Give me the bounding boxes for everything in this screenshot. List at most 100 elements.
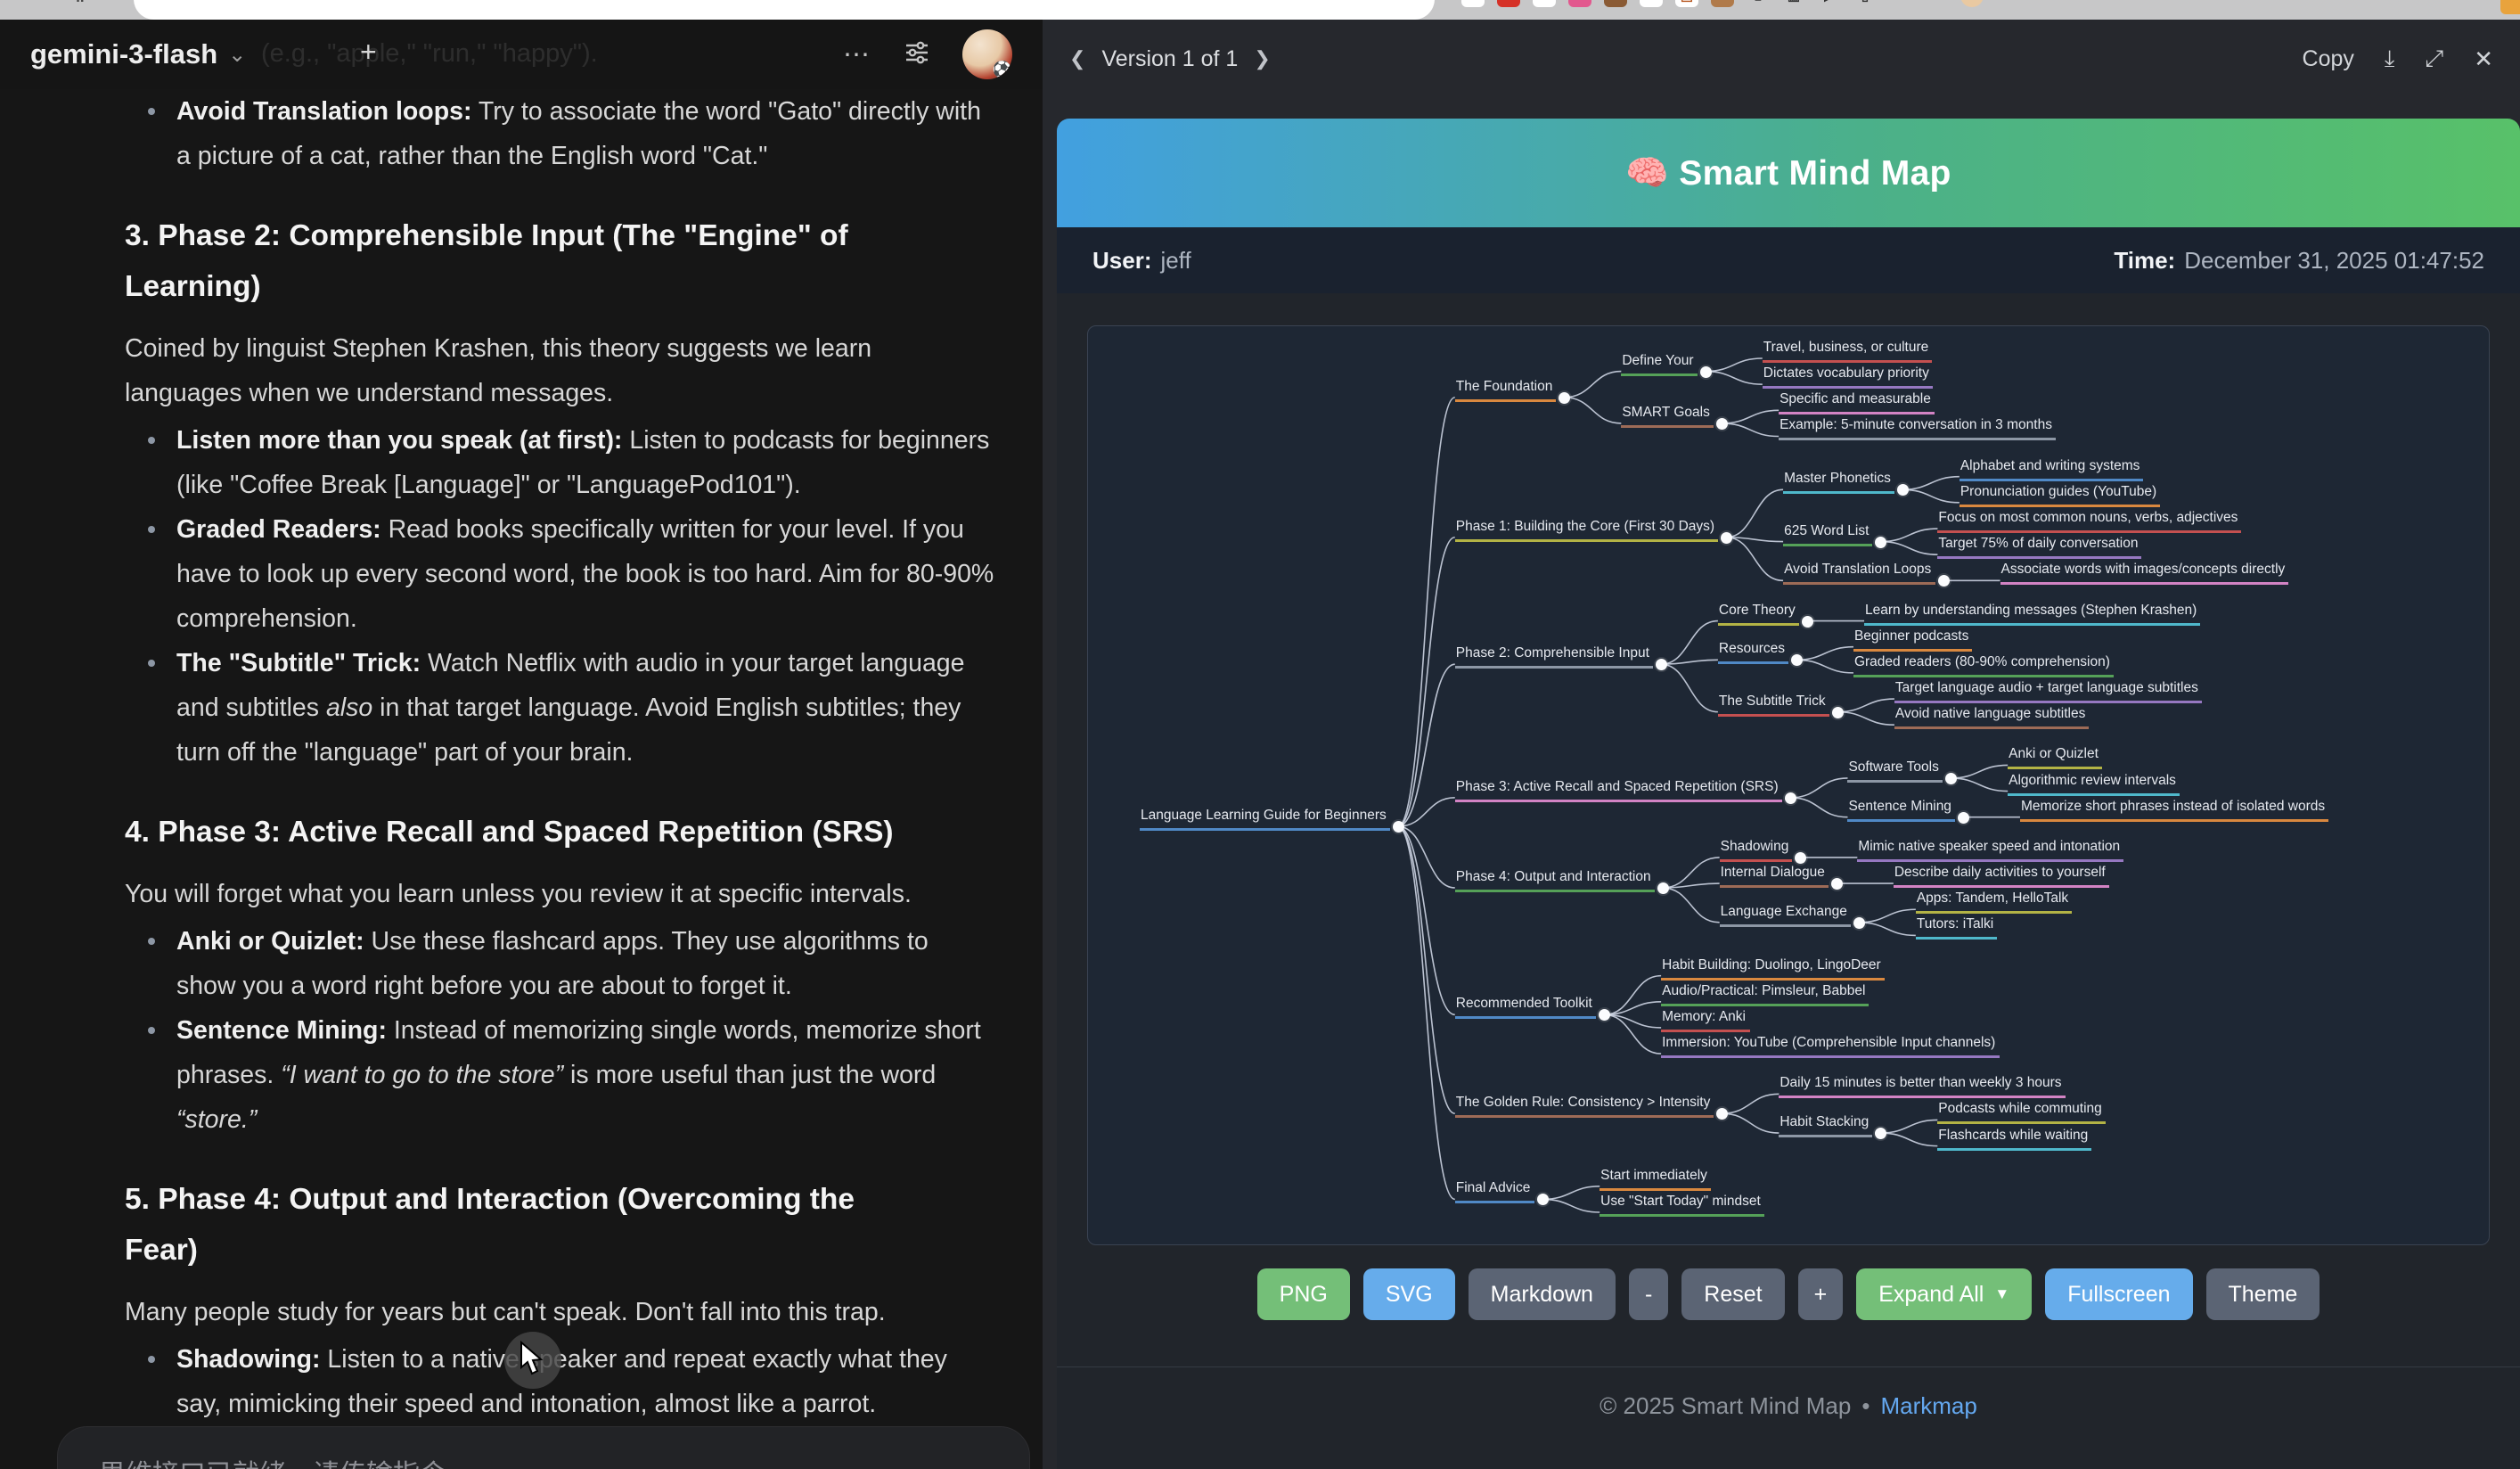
chat-menu-icon[interactable]: ⋯ — [843, 39, 871, 70]
markmap-link[interactable]: Markmap — [1880, 1392, 1976, 1420]
red-v-extension-icon[interactable]: V — [1497, 0, 1520, 7]
pointer-extension-icon[interactable]: ▶ — [1818, 0, 1841, 7]
mindmap-node[interactable]: Memorize short phrases instead of isolat… — [2020, 798, 2328, 822]
reload-icon[interactable]: ⟳ — [9, 0, 20, 4]
mindmap-node[interactable]: Audio/Practical: Pimsleur, Babbel — [1661, 982, 1869, 1006]
reset-view-button[interactable]: Reset — [1681, 1268, 1784, 1320]
mindmap-node[interactable]: Associate words with images/concepts dir… — [2000, 561, 2289, 585]
notebook-extension-icon[interactable]: ▤ — [1675, 0, 1698, 7]
monkey-extension-icon[interactable] — [1604, 0, 1627, 7]
mindmap-node[interactable]: Sentence Mining — [1847, 798, 1954, 822]
bookmark-star-icon[interactable]: ☆ — [1378, 0, 1389, 1]
scissors-extension-icon[interactable]: ✂ — [1925, 0, 1948, 7]
previous-version-button[interactable]: ❮ — [1069, 47, 1085, 70]
mindmap-collapse-dot[interactable] — [1802, 616, 1813, 628]
mindmap-node[interactable]: Software Tools — [1847, 759, 1943, 783]
mindmap-collapse-dot[interactable] — [1832, 707, 1844, 718]
mindmap-node[interactable]: Start immediately — [1600, 1167, 1711, 1191]
zoom-out-button[interactable]: - — [1629, 1268, 1668, 1320]
mindmap-node[interactable]: Shadowing — [1720, 838, 1793, 862]
mindmap-node[interactable]: Memory: Anki — [1661, 1008, 1750, 1032]
mindmap-collapse-dot[interactable] — [1875, 537, 1886, 548]
mindmap-node[interactable]: Resources — [1718, 640, 1788, 664]
mindmap-node[interactable]: Language Learning Guide for Beginners — [1140, 807, 1390, 831]
profile-avatar[interactable] — [1960, 0, 1984, 7]
apps-grid-icon[interactable]: ⣿ — [75, 0, 86, 4]
mindmap-node[interactable]: Core Theory — [1718, 602, 1799, 626]
chat-input[interactable]: 思维接口已就绪，请传输指令。 — [57, 1426, 1030, 1469]
mindmap-collapse-dot[interactable] — [1721, 532, 1732, 544]
mindmap-node[interactable]: The Subtitle Trick — [1718, 693, 1829, 717]
mindmap-node[interactable]: Travel, business, or culture — [1763, 339, 1933, 363]
archive-extension-icon[interactable]: ▯ — [1853, 0, 1877, 7]
mindmap-node[interactable]: Beginner podcasts — [1853, 628, 1972, 652]
mindmap-node[interactable]: Focus on most common nouns, verbs, adjec… — [1937, 509, 2241, 533]
mindmap-node[interactable]: Flashcards while waiting — [1937, 1127, 2091, 1151]
mindmap-node[interactable]: Podcasts while commuting — [1937, 1100, 2106, 1124]
glasses-extension-icon[interactable]: ∞ — [1461, 0, 1485, 7]
mindmap-node[interactable]: Define Your — [1621, 352, 1697, 376]
mindmap-node[interactable]: Language Exchange — [1720, 903, 1851, 927]
mindmap-collapse-dot[interactable] — [1938, 575, 1950, 587]
blue-f-extension-icon[interactable]: f — [1533, 0, 1556, 7]
mindmap-node[interactable]: Avoid native language subtitles — [1894, 705, 2089, 729]
export-png-button[interactable]: PNG — [1257, 1268, 1350, 1320]
mindmap-node[interactable]: The Golden Rule: Consistency > Intensity — [1455, 1094, 1714, 1118]
mindmap-container[interactable]: Language Learning Guide for Beginners The… — [1087, 325, 2490, 1245]
mindmap-node[interactable]: Mimic native speaker speed and intonatio… — [1857, 838, 2123, 862]
mindmap-node[interactable]: Final Advice — [1455, 1179, 1534, 1203]
export-markdown-button[interactable]: Markdown — [1469, 1268, 1616, 1320]
fullscreen-button[interactable]: Fullscreen — [2045, 1268, 2192, 1320]
address-bar[interactable]: https://open-webui.yangtzedaidata.site/c… — [134, 0, 1435, 20]
window-split-icon[interactable]: ▥ — [1782, 0, 1805, 7]
circle-extension-icon[interactable]: ○ — [1889, 0, 1912, 7]
mindmap-node[interactable]: 625 Word List — [1783, 522, 1872, 546]
link-icon[interactable]: ◎ — [1285, 0, 1297, 1]
mindmap-node[interactable]: Graded readers (80-90% comprehension) — [1853, 653, 2114, 677]
expand-all-button[interactable]: Expand All▼ — [1856, 1268, 2032, 1320]
corner-extension-icon[interactable] — [2500, 0, 2520, 14]
chevron-down-icon[interactable]: ⌄ — [228, 42, 246, 68]
model-selector[interactable]: gemini-3-flash — [30, 38, 217, 70]
mindmap-node[interactable]: Apps: Tandem, HelloTalk — [1916, 890, 2073, 914]
download-icon[interactable]: ⤓ — [2385, 45, 2395, 73]
mindmap-collapse-dot[interactable] — [1559, 392, 1570, 404]
close-icon[interactable]: ✕ — [2474, 45, 2493, 73]
mindmap-node[interactable]: Tutors: iTalki — [1916, 915, 1997, 940]
expand-icon[interactable]: ⤢ — [2425, 45, 2443, 73]
mindmap-node[interactable]: Describe daily activities to yourself — [1894, 864, 2109, 888]
mindmap-collapse-dot[interactable] — [1700, 366, 1712, 378]
mindmap-collapse-dot[interactable] — [1656, 659, 1667, 670]
mindmap-node[interactable]: Learn by understanding messages (Stephen… — [1864, 602, 2200, 626]
export-svg-button[interactable]: SVG — [1363, 1268, 1455, 1320]
mindmap-node[interactable]: SMART Goals — [1621, 404, 1714, 428]
mindmap-node[interactable]: Alphabet and writing systems — [1960, 457, 2144, 481]
mindmap-node[interactable]: Target 75% of daily conversation — [1937, 535, 2141, 559]
mindmap-node[interactable]: The Foundation — [1455, 378, 1557, 402]
mindmap-node[interactable]: Specific and measurable — [1779, 390, 1935, 414]
sidebar-toggle-icon[interactable]: ▢ — [1239, 0, 1251, 1]
mindmap-collapse-dot[interactable] — [1853, 917, 1865, 929]
mindmap-node[interactable]: Example: 5-minute conversation in 3 mont… — [1779, 416, 2056, 440]
mindmap-node[interactable]: Immersion: YouTube (Comprehensible Input… — [1661, 1034, 1999, 1058]
mindmap-collapse-dot[interactable] — [1657, 882, 1669, 894]
mindmap-node[interactable]: Avoid Translation Loops — [1783, 561, 1935, 585]
controls-sliders-icon[interactable] — [902, 37, 932, 72]
mindmap-node[interactable]: Phase 1: Building the Core (First 30 Day… — [1455, 518, 1718, 542]
mindmap-node[interactable]: Master Phonetics — [1783, 470, 1894, 494]
copy-button[interactable]: Copy — [2303, 46, 2354, 72]
user-avatar[interactable]: ⚽ — [962, 29, 1012, 79]
mindmap-node[interactable]: Phase 2: Comprehensible Input — [1455, 644, 1653, 669]
mindmap-node[interactable]: Pronunciation guides (YouTube) — [1960, 483, 2160, 507]
mindmap-node[interactable]: Phase 3: Active Recall and Spaced Repeti… — [1455, 778, 1783, 802]
mindmap-canvas[interactable]: Language Learning Guide for Beginners The… — [1088, 326, 2489, 1244]
mindmap-node[interactable]: Internal Dialogue — [1720, 864, 1829, 888]
mindmap-collapse-dot[interactable] — [1716, 418, 1728, 430]
download-extension-icon[interactable]: ⤓ — [1747, 0, 1770, 7]
mindmap-node[interactable]: Recommended Toolkit — [1455, 995, 1596, 1019]
mindmap-collapse-dot[interactable] — [1393, 821, 1404, 833]
theme-button[interactable]: Theme — [2206, 1268, 2320, 1320]
mindmap-collapse-dot[interactable] — [1945, 773, 1957, 784]
next-version-button[interactable]: ❯ — [1254, 47, 1270, 70]
mindmap-node[interactable]: Phase 4: Output and Interaction — [1455, 868, 1655, 892]
